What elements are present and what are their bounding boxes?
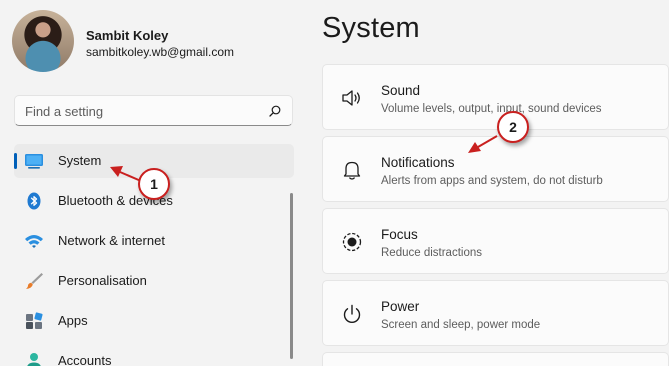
- sidebar-item-label: Personalisation: [58, 273, 147, 288]
- profile-name: Sambit Koley: [86, 28, 169, 43]
- sidebar-item-label: Apps: [58, 313, 88, 328]
- focus-card[interactable]: Focus Reduce distractions: [322, 208, 669, 274]
- apps-icon: [26, 312, 43, 329]
- sidebar-item-label: Accounts: [58, 353, 112, 366]
- power-icon: [343, 304, 361, 323]
- user-profile[interactable]: Sambit Koley sambitkoley.wb@gmail.com: [12, 10, 302, 74]
- page-title: System: [322, 12, 420, 44]
- speaker-icon: [342, 90, 360, 106]
- notifications-card[interactable]: Notifications Alerts from apps and syste…: [322, 136, 669, 202]
- search-input[interactable]: Find a setting: [14, 95, 293, 126]
- sound-card[interactable]: Sound Volume levels, output, input, soun…: [322, 64, 669, 130]
- card-description: Reduce distractions: [381, 247, 482, 259]
- search-icon[interactable]: [269, 105, 281, 117]
- accounts-icon: [27, 353, 41, 366]
- bell-icon: [343, 161, 361, 180]
- step-2-callout: 2: [497, 111, 529, 143]
- card-title: Sound: [381, 83, 421, 98]
- avatar[interactable]: [12, 10, 74, 72]
- profile-email: sambitkoley.wb@gmail.com: [86, 45, 235, 59]
- next-settings-card[interactable]: [322, 352, 669, 366]
- power-card[interactable]: Power Screen and sleep, power mode: [322, 280, 669, 346]
- sidebar-item-accounts[interactable]: Accounts: [14, 344, 294, 366]
- sidebar-scrollbar[interactable]: [290, 193, 293, 359]
- active-indicator: [14, 153, 17, 169]
- sidebar-item-network[interactable]: Network & internet: [14, 224, 294, 258]
- step-1-callout: 1: [138, 168, 170, 200]
- search-placeholder: Find a setting: [25, 104, 104, 119]
- settings-list: Sound Volume levels, output, input, soun…: [322, 64, 669, 366]
- sidebar-item-label: System: [58, 153, 102, 168]
- card-description: Alerts from apps and system, do not dist…: [381, 175, 603, 187]
- sidebar-item-label: Network & internet: [58, 233, 165, 248]
- focus-icon: [342, 232, 362, 252]
- sidebar-item-personalisation[interactable]: Personalisation: [14, 264, 294, 298]
- system-monitor-icon: [25, 154, 43, 169]
- card-title: Notifications: [381, 155, 455, 170]
- card-description: Volume levels, output, input, sound devi…: [381, 103, 602, 115]
- wifi-icon: [25, 235, 43, 248]
- card-title: Focus: [381, 227, 418, 242]
- card-description: Screen and sleep, power mode: [381, 319, 541, 331]
- sidebar-item-apps[interactable]: Apps: [14, 304, 294, 338]
- paintbrush-icon: [26, 273, 43, 289]
- bluetooth-icon: [27, 192, 41, 210]
- card-title: Power: [381, 299, 420, 314]
